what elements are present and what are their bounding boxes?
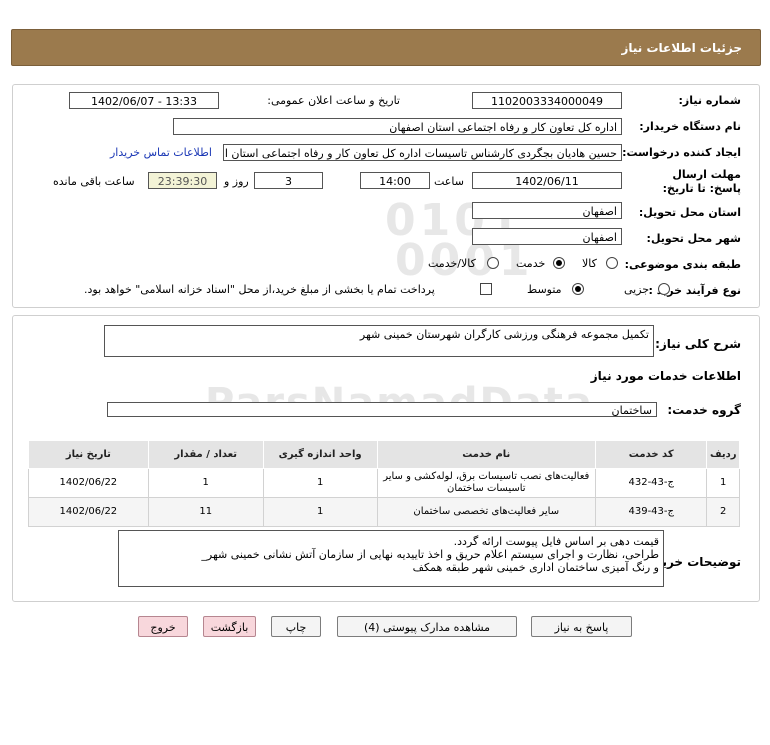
process-medium-radio[interactable] <box>572 283 584 295</box>
print-button[interactable]: چاپ <box>271 616 321 637</box>
category-goods-radio[interactable] <box>606 257 618 269</box>
page-title: جزئیات اطلاعات نیاز <box>621 40 742 55</box>
page-header: جزئیات اطلاعات نیاز <box>11 29 761 66</box>
cell-date: 1402/06/22 <box>28 468 149 498</box>
announce-field: 1402/06/07 - 13:33 <box>69 92 219 109</box>
reply-button[interactable]: پاسخ به نیاز <box>531 616 632 637</box>
cell-name: فعالیت‌های نصب تاسیسات برق، لوله‌کشی و س… <box>376 468 596 498</box>
col-name: نام خدمت <box>376 440 596 469</box>
delivery-city-field: اصفهان <box>472 228 622 245</box>
process-minor-label: جزیی <box>624 283 650 296</box>
cell-row: 1 <box>706 468 740 498</box>
col-unit: واحد اندازه گیری <box>262 440 378 469</box>
deadline-date-field: 1402/06/11 <box>472 172 622 189</box>
cell-code: ج-43-432 <box>594 468 708 498</box>
col-qty: تعداد / مقدار <box>147 440 264 469</box>
cell-code: ج-43-439 <box>594 497 708 527</box>
need-number-label: شماره نیاز: <box>678 94 741 107</box>
announce-label: تاریخ و ساعت اعلان عمومی: <box>267 94 400 107</box>
col-date: تاریخ نیاز <box>28 440 149 469</box>
days-label: روز و <box>224 175 249 188</box>
delivery-city-label: شهر محل تحویل: <box>646 232 741 245</box>
cell-name: سایر فعالیت‌های تخصصی ساختمان <box>376 497 596 527</box>
services-table: ردیف کد خدمت نام خدمت واحد اندازه گیری ت… <box>28 440 740 527</box>
services-section-title: اطلاعات خدمات مورد نیاز <box>590 369 741 383</box>
table-header-row: ردیف کد خدمت نام خدمت واحد اندازه گیری ت… <box>28 440 740 469</box>
view-attachments-button[interactable]: مشاهده مدارک پیوستی (4) <box>337 616 517 637</box>
cell-qty: 1 <box>147 468 264 498</box>
service-group-field: ساختمان <box>107 402 657 417</box>
service-group-label: گروه خدمت: <box>667 403 741 417</box>
cell-unit: 1 <box>262 468 378 498</box>
buyer-notes-line: قیمت دهی بر اساس فایل پیوست ارائه گردد. <box>453 535 659 548</box>
treasury-payment-label: پرداخت تمام یا بخشی از مبلغ خرید،از محل … <box>84 283 435 296</box>
remaining-label: ساعت باقی مانده <box>53 175 135 188</box>
remaining-days-field: 3 <box>254 172 323 189</box>
cell-date: 1402/06/22 <box>28 497 149 527</box>
category-goods-service-radio[interactable] <box>487 257 499 269</box>
buyer-contact-link[interactable]: اطلاعات تماس خریدار <box>110 146 212 159</box>
creator-label: ایجاد کننده درخواست: <box>622 146 741 159</box>
category-label: طبقه بندی موضوعی: <box>624 258 741 271</box>
category-service-radio[interactable] <box>553 257 565 269</box>
process-minor-radio[interactable] <box>658 283 670 295</box>
buyer-org-label: نام دستگاه خریدار: <box>639 120 741 133</box>
cell-row: 2 <box>706 497 740 527</box>
process-medium-label: متوسط <box>527 283 562 296</box>
back-button[interactable]: بازگشت <box>203 616 256 637</box>
summary-field: تکمیل مجموعه فرهنگی ورزشی کارگران شهرستا… <box>104 325 654 357</box>
need-number-field: 1102003334000049 <box>472 92 622 109</box>
category-goods-label: کالا <box>582 257 597 270</box>
summary-label: شرح کلی نیاز: <box>655 337 741 351</box>
cell-unit: 1 <box>262 497 378 527</box>
delivery-province-field: اصفهان <box>472 202 622 219</box>
table-row: 2 ج-43-439 سایر فعالیت‌های تخصصی ساختمان… <box>28 497 740 527</box>
buyer-notes-line: و رنگ آمیزی ساختمان اداری خمینی شهر طبقه… <box>412 561 659 574</box>
treasury-payment-checkbox[interactable] <box>480 283 492 295</box>
deadline-time-label: ساعت <box>434 175 464 188</box>
buyer-notes-box: قیمت دهی بر اساس فایل پیوست ارائه گردد. … <box>118 530 664 587</box>
category-service-label: خدمت <box>516 257 546 270</box>
remaining-time-field: 23:39:30 <box>148 172 217 189</box>
table-row: 1 ج-43-432 فعالیت‌های نصب تاسیسات برق، ل… <box>28 468 740 498</box>
creator-field: حسین هادیان بجگردی کارشناس تاسیسات اداره… <box>223 144 622 161</box>
buyer-notes-line: طراحی، نظارت و اجرای سیستم اعلام حریق و … <box>201 548 659 561</box>
exit-button[interactable]: خروج <box>138 616 188 637</box>
cell-qty: 11 <box>147 497 264 527</box>
deadline-time-field: 14:00 <box>360 172 430 189</box>
buyer-org-field: اداره کل تعاون کار و رفاه اجتماعی استان … <box>173 118 622 135</box>
col-row: ردیف <box>706 440 740 469</box>
category-goods-service-label: کالا/خدمت <box>428 257 476 270</box>
deadline-label: مهلت ارسال پاسخ: تا تاریخ: <box>662 168 741 195</box>
delivery-province-label: استان محل تحویل: <box>638 206 741 219</box>
col-code: کد خدمت <box>594 440 708 469</box>
